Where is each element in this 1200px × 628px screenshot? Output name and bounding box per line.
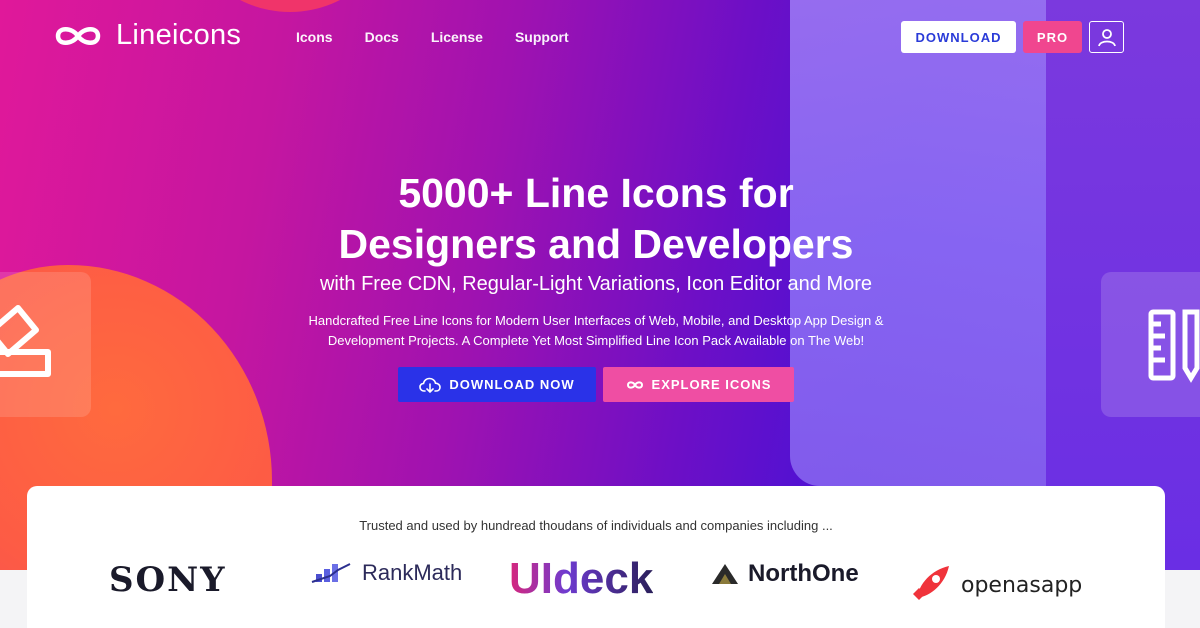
explore-icons-label: EXPLORE ICONS (651, 377, 772, 392)
cloud-download-icon (419, 377, 442, 393)
brand-logo-rankmath: RankMath (310, 560, 462, 586)
trusted-by-section: Trusted and used by hundread thoudans of… (27, 486, 1165, 628)
brand-logo-uideck: UIdeck (509, 554, 653, 604)
brand-logo-northone: NorthOne (710, 560, 859, 588)
brand-northone-label: NorthOne (748, 560, 859, 587)
rocket-icon (913, 566, 949, 600)
brand-uideck-label: UIdeck (509, 554, 654, 603)
brand-openasapp-label: openasapp (961, 572, 1083, 598)
hero-headline-line-2: Designers and Developers (338, 221, 854, 267)
header-download-button[interactable]: DOWNLOAD (901, 21, 1016, 53)
nav-item-icons[interactable]: Icons (296, 29, 333, 45)
user-account-button[interactable] (1089, 21, 1124, 53)
download-now-label: DOWNLOAD NOW (449, 377, 575, 392)
nav-item-license[interactable]: License (431, 29, 483, 45)
nav-item-docs[interactable]: Docs (365, 29, 399, 45)
top-navigation: Lineicons Icons Docs License Support DOW… (0, 0, 1200, 76)
brand-rankmath-label: RankMath (362, 560, 463, 585)
hero-description-line-2: Development Projects. A Complete Yet Mos… (327, 333, 865, 348)
rankmath-icon (311, 563, 351, 583)
brand-logo-openasapp: openasapp (909, 564, 1082, 606)
hero-headline: 5000+ Line Icons for Designers and Devel… (0, 168, 1192, 270)
infinity-icon (55, 26, 101, 45)
brand-name: Lineicons (116, 19, 242, 51)
header-pro-button[interactable]: PRO (1023, 21, 1082, 53)
hero-headline-line-1: 5000+ Line Icons for (398, 170, 794, 216)
hero-section: Lineicons Icons Docs License Support DOW… (0, 0, 1200, 570)
trusted-text: Trusted and used by hundread thoudans of… (359, 518, 833, 533)
user-icon (1097, 29, 1116, 47)
explore-icons-button[interactable]: EXPLORE ICONS (603, 367, 794, 402)
nav-links: Icons Docs License Support (296, 29, 569, 45)
infinity-icon (626, 380, 643, 389)
hero-description: Handcrafted Free Line Icons for Modern U… (280, 311, 912, 351)
nav-item-support[interactable]: Support (515, 29, 569, 45)
hero-subheadline: with Free CDN, Regular-Light Variations,… (319, 273, 873, 295)
brand-sony-label: SONY (109, 560, 227, 600)
brand-logo-sony: SONY (109, 560, 227, 600)
northone-icon (712, 564, 738, 584)
hero-description-line-1: Handcrafted Free Line Icons for Modern U… (308, 313, 884, 328)
brand-logo[interactable]: Lineicons (52, 19, 241, 52)
download-now-button[interactable]: DOWNLOAD NOW (398, 367, 596, 402)
